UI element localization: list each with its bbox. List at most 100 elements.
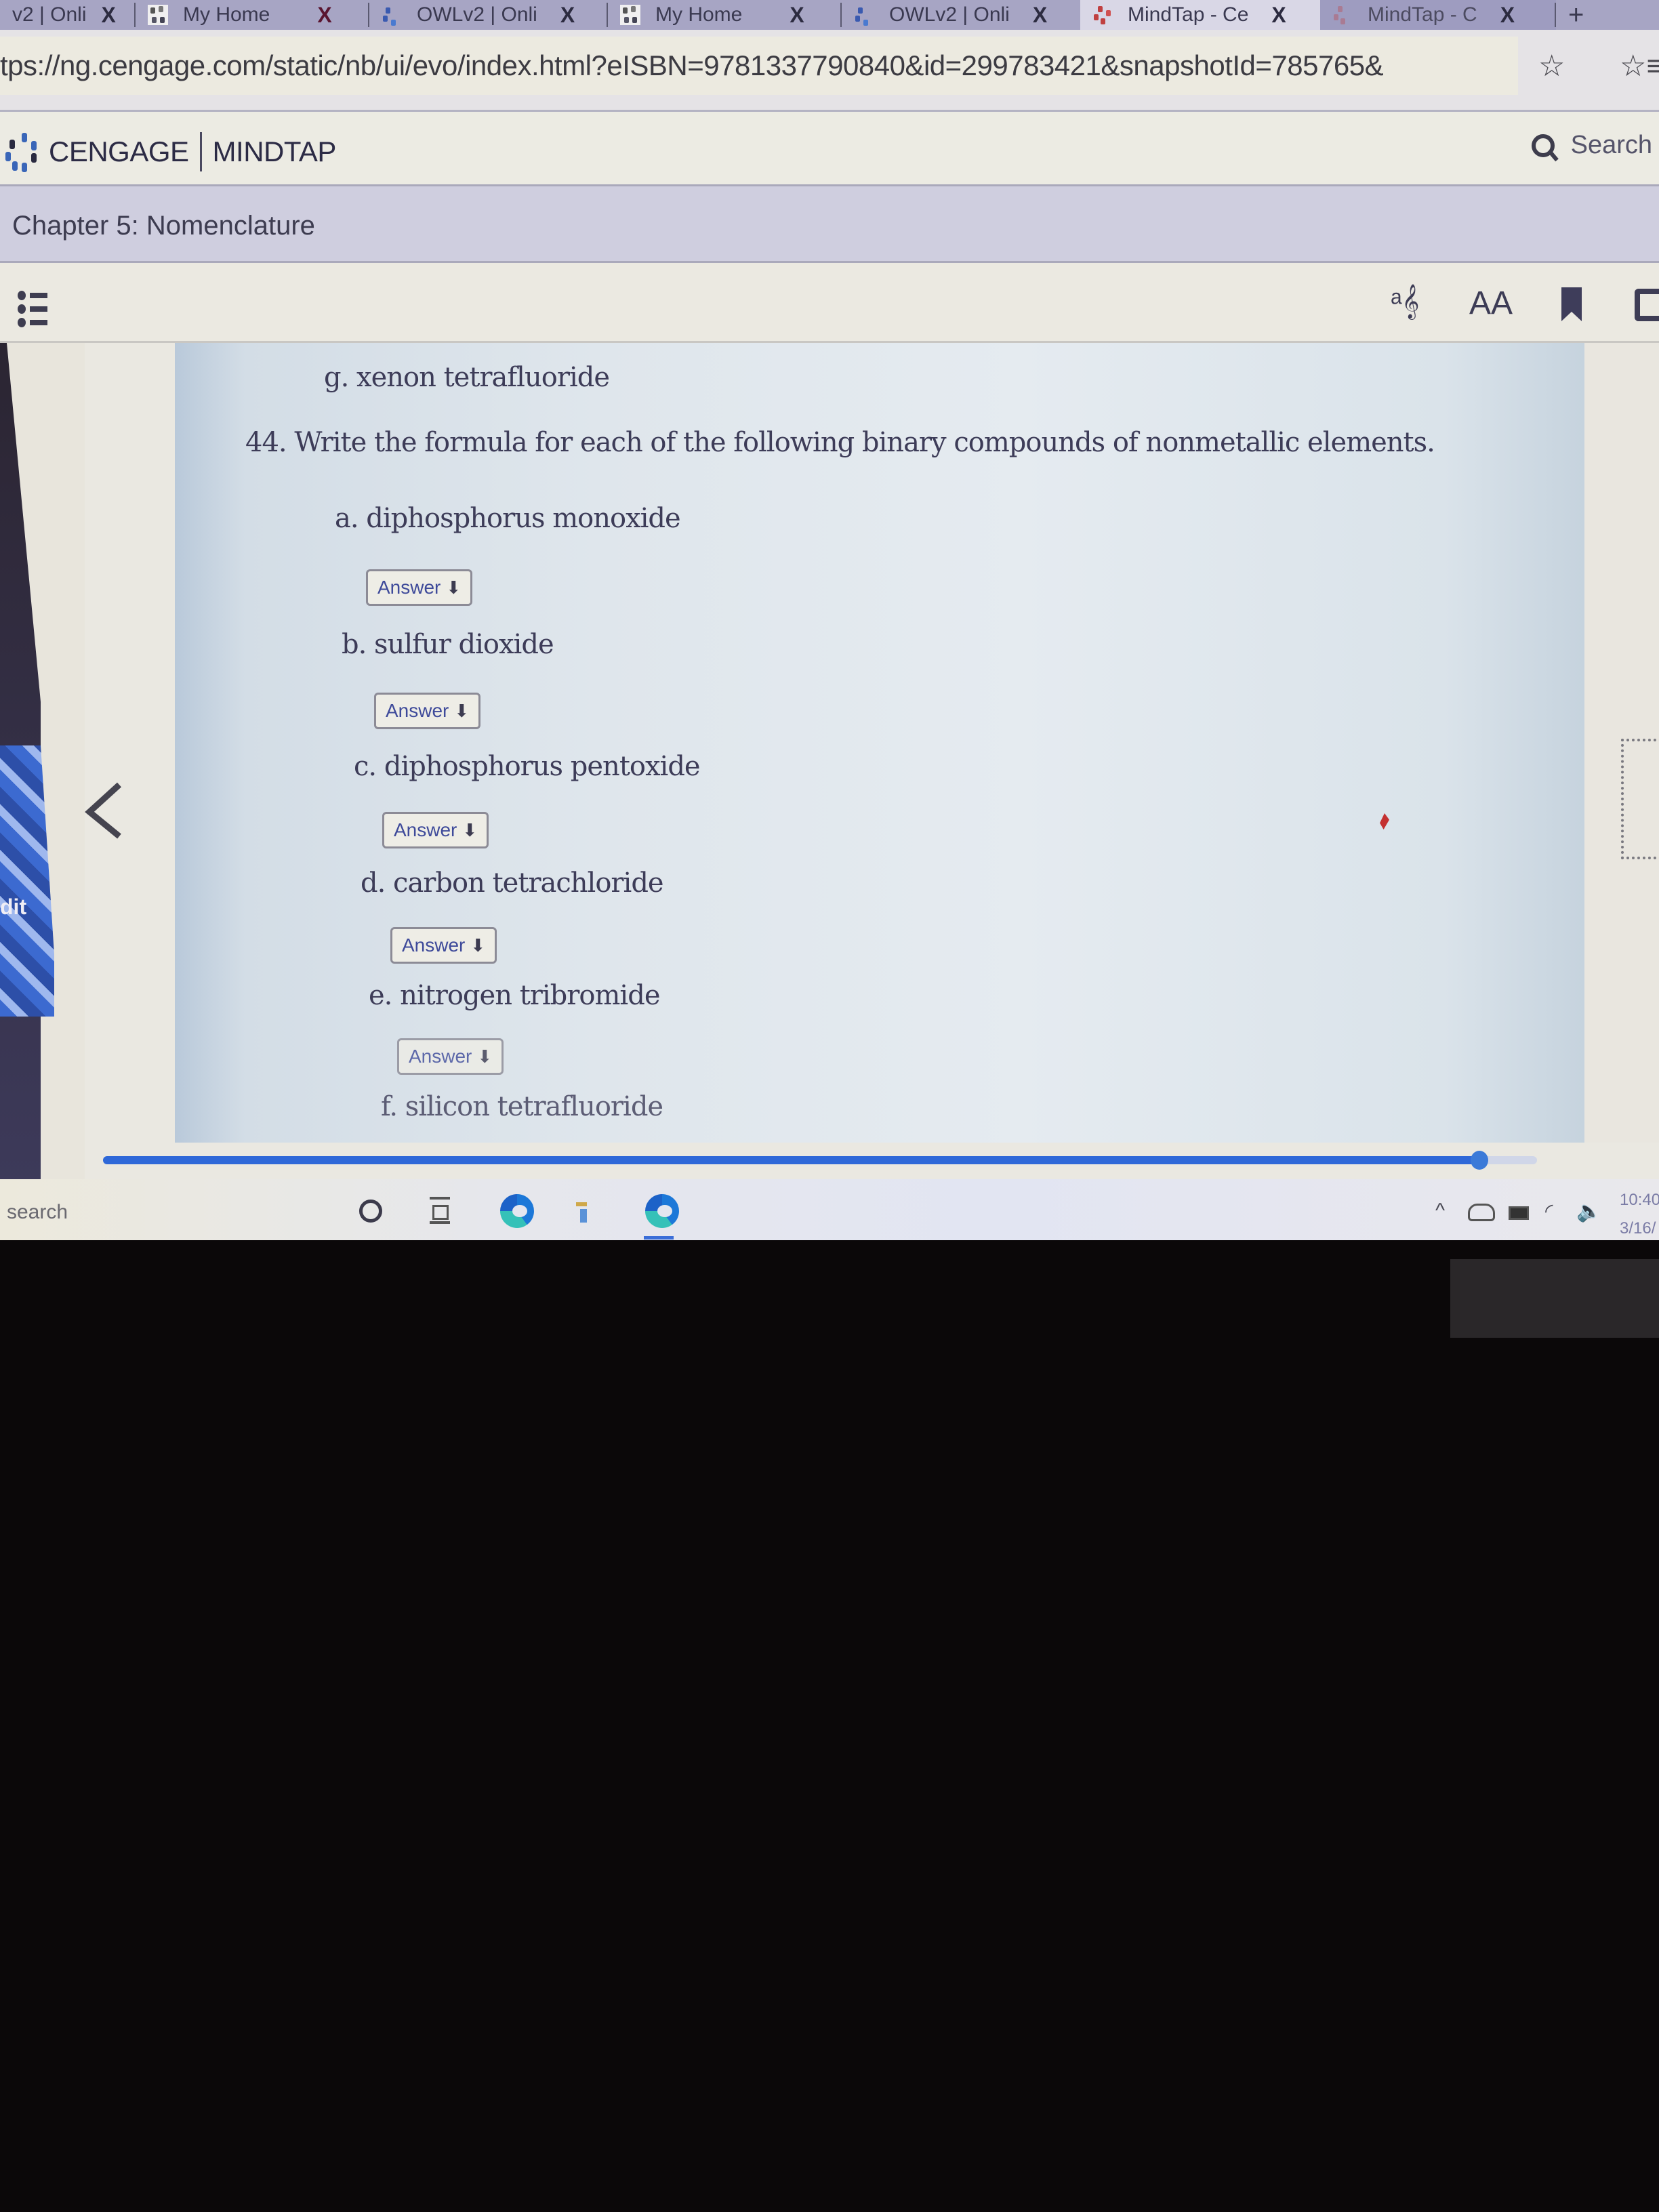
answer-button[interactable]: Answer ⬇ (397, 1038, 504, 1075)
tray-chevron-icon[interactable]: ^ (1435, 1200, 1445, 1223)
screen-reflection (1450, 1259, 1659, 1338)
laptop-screen: v2 | Onli X My Home X OWLv2 | Onli X My … (0, 0, 1659, 1240)
battery-icon[interactable] (1509, 1206, 1529, 1220)
browser-tab-strip: v2 | Onli X My Home X OWLv2 | Onli X My … (0, 0, 1659, 30)
progress-thumb[interactable] (1471, 1151, 1489, 1170)
search-label: Search (1570, 131, 1652, 159)
browser-tab[interactable]: OWLv2 | Onli X (369, 0, 608, 30)
system-clock[interactable]: 10:40 3/16/ (1620, 1186, 1659, 1240)
item-label: a. diphosphorus monoxide (335, 503, 681, 534)
wifi-icon[interactable]: ◜ (1545, 1200, 1553, 1223)
url-text: tps://ng.cengage.com/static/nb/ui/evo/in… (0, 49, 1384, 81)
volume-icon[interactable]: 🔈 (1576, 1200, 1601, 1223)
progress-fill (103, 1156, 1480, 1164)
answer-label: Answer (386, 700, 449, 721)
answer-label: Answer (409, 1046, 472, 1067)
new-tab-button[interactable]: + (1568, 0, 1584, 30)
cengage-logo-icon (5, 133, 41, 172)
tab-title: My Home (183, 3, 270, 26)
laptop-keyboard-area (0, 1240, 1659, 2212)
windows-taskbar: search ^ ◜ 🔈 10:40 3/16/ (0, 1179, 1659, 1240)
reader-page (175, 343, 1584, 1143)
bookmark-icon[interactable] (1561, 287, 1582, 321)
reading-progress-bar[interactable] (103, 1151, 1537, 1170)
cengage-mindtap-logo[interactable]: CENGAGE MINDTAP (5, 132, 337, 172)
reader-toolbar: ᵃ𝄞 AA (0, 263, 1659, 343)
cengage-icon (148, 5, 168, 25)
browser-tab[interactable]: My Home X (136, 0, 369, 30)
close-icon[interactable]: X (790, 3, 804, 28)
tab-title: OWLv2 | Onli (889, 3, 1010, 26)
url-field[interactable]: tps://ng.cengage.com/static/nb/ui/evo/in… (0, 37, 1518, 95)
tab-title: My Home (655, 3, 743, 26)
answer-label: Answer (394, 819, 457, 840)
answer-label: Answer (402, 935, 466, 956)
tab-title: v2 | Onli (12, 3, 87, 26)
close-icon[interactable]: X (1271, 3, 1286, 28)
chapter-title: Chapter 5: Nomenclature (12, 211, 315, 241)
mindtap-icon (1092, 5, 1113, 25)
desktop-edit-label: dit (0, 895, 27, 919)
print-icon[interactable] (1635, 289, 1659, 321)
app-header: CENGAGE MINDTAP Search (0, 110, 1659, 184)
previous-item-label: g. xenon tetrafluoride (324, 362, 610, 393)
read-aloud-icon[interactable]: ᵃ𝄞 (1391, 285, 1419, 319)
onedrive-icon[interactable] (1468, 1204, 1495, 1221)
previous-page-button[interactable] (80, 779, 127, 840)
browser-tab[interactable]: My Home X (608, 0, 842, 30)
cengage-icon (620, 5, 640, 25)
edge-icon[interactable] (645, 1194, 679, 1228)
browser-tab[interactable]: OWLv2 | Onli X (842, 0, 1080, 30)
browser-tab-active[interactable]: MindTap - Ce X (1080, 0, 1320, 30)
item-label: d. carbon tetrachloride (361, 867, 664, 899)
arrow-down-icon: ⬇ (454, 700, 470, 721)
close-icon[interactable]: X (102, 3, 116, 28)
clock-date: 3/16/ (1620, 1219, 1656, 1237)
close-icon[interactable]: X (317, 3, 331, 28)
tab-title: MindTap - C (1368, 3, 1477, 26)
search-icon (1531, 134, 1555, 157)
browser-tab[interactable]: MindTap - C X (1320, 0, 1556, 30)
cortana-icon[interactable] (359, 1200, 382, 1223)
tab-title: MindTap - Ce (1128, 3, 1249, 26)
arrow-down-icon: ⬇ (470, 935, 486, 956)
question-heading: 44. Write the formula for each of the fo… (245, 427, 1435, 458)
chevron-left-icon (85, 782, 122, 839)
answer-button[interactable]: Answer ⬇ (382, 812, 489, 848)
address-bar: tps://ng.cengage.com/static/nb/ui/evo/in… (0, 30, 1659, 110)
arrow-down-icon: ⬇ (462, 819, 478, 840)
answer-label: Answer (377, 577, 441, 598)
answer-button[interactable]: Answer ⬇ (366, 569, 473, 606)
favorites-icon[interactable]: ☆≡ (1620, 49, 1659, 83)
clock-time: 10:40 (1620, 1191, 1659, 1209)
owl-icon (854, 5, 874, 26)
browser-tab[interactable]: v2 | Onli X (0, 0, 136, 30)
file-explorer-icon[interactable] (576, 1202, 599, 1223)
task-view-icon[interactable] (430, 1197, 450, 1224)
taskbar-search[interactable]: search (7, 1201, 68, 1224)
close-icon[interactable]: X (560, 3, 575, 28)
search-button[interactable]: Search (1531, 131, 1652, 160)
edge-icon[interactable] (500, 1194, 534, 1228)
answer-button[interactable]: Answer ⬇ (390, 927, 497, 964)
tab-title: OWLv2 | Onli (417, 3, 537, 26)
close-icon[interactable]: X (1033, 3, 1047, 28)
item-label: b. sulfur dioxide (342, 629, 554, 660)
next-page-hotspot[interactable] (1621, 739, 1659, 859)
arrow-down-icon: ⬇ (477, 1046, 493, 1067)
chapter-bar: Chapter 5: Nomenclature (0, 184, 1659, 263)
brand-mindtap: MINDTAP (212, 136, 337, 167)
answer-button[interactable]: Answer ⬇ (374, 693, 481, 729)
owl-icon (382, 5, 402, 26)
item-label: f. silicon tetrafluoride (381, 1091, 663, 1122)
active-app-indicator (644, 1236, 674, 1240)
text-size-button[interactable]: AA (1469, 285, 1513, 322)
add-favorite-icon[interactable]: ☆ (1538, 49, 1565, 83)
table-of-contents-icon[interactable] (18, 289, 56, 329)
mindtap-icon (1332, 5, 1353, 25)
item-label: c. diphosphorus pentoxide (354, 751, 701, 782)
close-icon[interactable]: X (1500, 3, 1515, 28)
arrow-down-icon: ⬇ (446, 577, 462, 598)
item-label: e. nitrogen tribromide (369, 980, 660, 1011)
brand-cengage: CENGAGE (49, 136, 189, 167)
